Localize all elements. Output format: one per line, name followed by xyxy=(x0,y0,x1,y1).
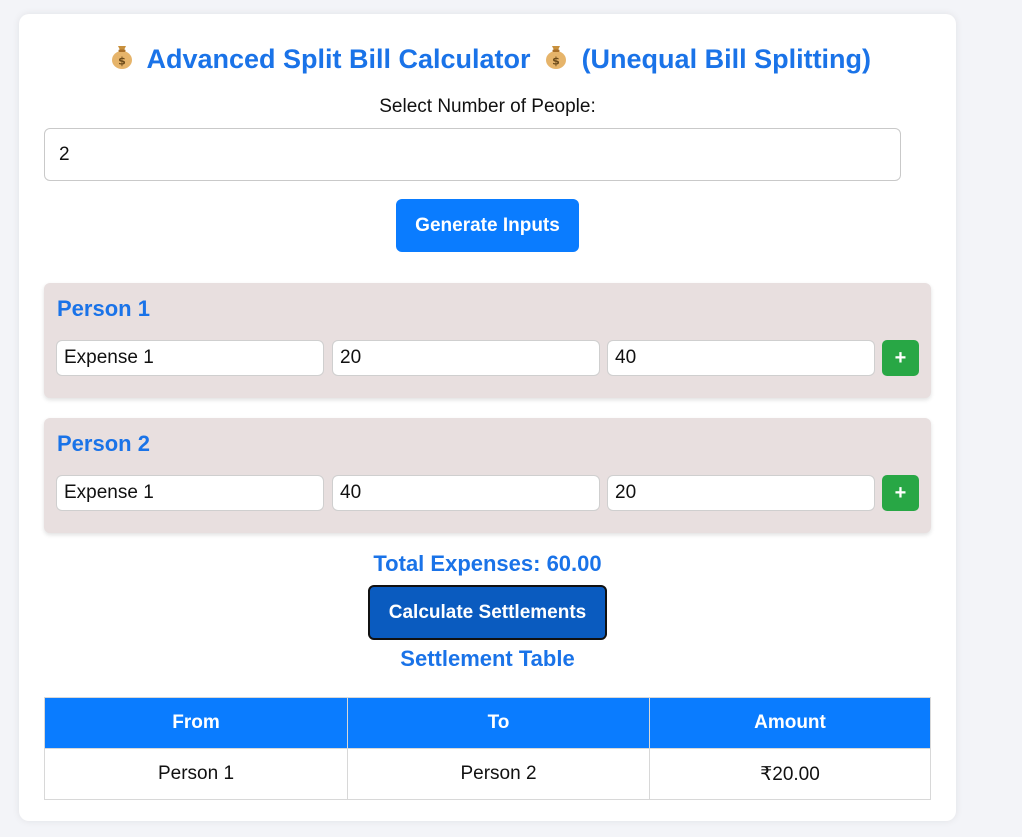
add-expense-button[interactable]: + xyxy=(882,340,919,376)
title-main: Advanced Split Bill Calculator xyxy=(146,44,531,74)
expense-name-input[interactable]: Expense 1 xyxy=(56,340,324,376)
money-bag-icon: $ xyxy=(111,46,132,69)
add-expense-button[interactable]: + xyxy=(882,475,919,511)
title-sub: (Unequal Bill Splitting) xyxy=(581,44,872,74)
page-title: $ Advanced Split Bill Calculator $ (Uneq… xyxy=(19,42,956,75)
table-header-row: From To Amount xyxy=(44,697,931,749)
person-card: Person 1 Expense 1 20 40 + xyxy=(44,283,931,398)
calculate-settlements-button[interactable]: Calculate Settlements xyxy=(368,585,607,640)
column-header-to: To xyxy=(347,697,650,749)
people-count-input[interactable]: 2 xyxy=(44,128,901,181)
column-header-from: From xyxy=(44,697,348,749)
total-expenses: Total Expenses: 60.00 xyxy=(373,551,602,576)
expense-name-input[interactable]: Expense 1 xyxy=(56,475,324,511)
people-select-label: Select Number of People: xyxy=(379,96,596,117)
expense-share-input[interactable]: 40 xyxy=(607,340,875,376)
settlement-from-cell: Person 1 xyxy=(44,748,348,800)
generate-inputs-button[interactable]: Generate Inputs xyxy=(396,199,579,252)
money-bag-icon: $ xyxy=(546,46,567,69)
calculator-card: $ Advanced Split Bill Calculator $ (Uneq… xyxy=(19,14,956,821)
person-name: Person 2 xyxy=(57,431,150,456)
settlement-to-cell: Person 2 xyxy=(347,748,650,800)
svg-text:$: $ xyxy=(552,55,560,68)
settlement-table: From To Amount Person 1 Person 2 ₹20.00 xyxy=(44,697,931,800)
settlement-table-title: Settlement Table xyxy=(400,646,575,671)
table-row: Person 1 Person 2 ₹20.00 xyxy=(44,748,931,800)
person-name: Person 1 xyxy=(57,296,150,321)
svg-text:$: $ xyxy=(118,55,126,68)
expense-share-input[interactable]: 20 xyxy=(607,475,875,511)
column-header-amount: Amount xyxy=(649,697,931,749)
settlement-amount-cell: ₹20.00 xyxy=(649,748,931,800)
expense-amount-input[interactable]: 20 xyxy=(332,340,600,376)
expense-amount-input[interactable]: 40 xyxy=(332,475,600,511)
person-card: Person 2 Expense 1 40 20 + xyxy=(44,418,931,533)
